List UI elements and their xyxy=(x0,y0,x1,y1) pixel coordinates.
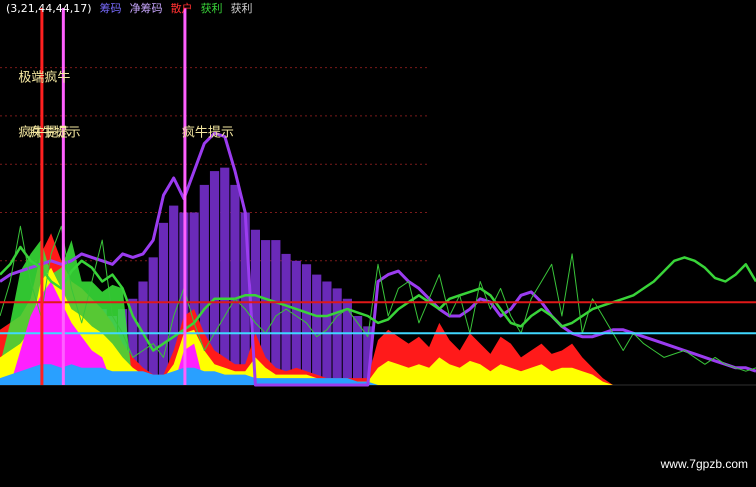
header-item: 获利 xyxy=(231,2,253,15)
purple-bar xyxy=(291,260,301,385)
annotation-label: 疯牛提示 xyxy=(182,125,234,141)
header-item: 获利 xyxy=(201,2,223,15)
purple-bar xyxy=(352,316,363,385)
indicator-chart: 极端疯牛疯牛提示疯牛提示 疯牛提示 (3,21,44,44,17) 筹码 净筹码 散户获… xyxy=(0,0,756,487)
purple-bar xyxy=(158,222,169,385)
annotation-label: 极端疯牛 xyxy=(18,69,70,85)
purple-bar xyxy=(230,184,240,385)
purple-bar xyxy=(220,167,230,385)
header-item: 筹码 xyxy=(100,1,122,15)
annotation-label: 疯牛提示 xyxy=(29,125,81,141)
header-item: 净筹码 xyxy=(130,1,163,15)
header-item: 散户 xyxy=(171,1,193,15)
chart-background xyxy=(0,0,756,487)
watermark: www.7gpzb.com xyxy=(660,457,748,471)
header-item: (3,21,44,44,17) xyxy=(6,2,92,15)
purple-bar xyxy=(148,257,158,385)
purple-bar xyxy=(271,240,281,385)
purple-bar xyxy=(312,274,322,385)
purple-bar xyxy=(301,264,312,385)
indicator-header: (3,21,44,44,17) 筹码 净筹码 散户 获利 获利 xyxy=(6,1,253,15)
purple-bar xyxy=(281,253,291,385)
